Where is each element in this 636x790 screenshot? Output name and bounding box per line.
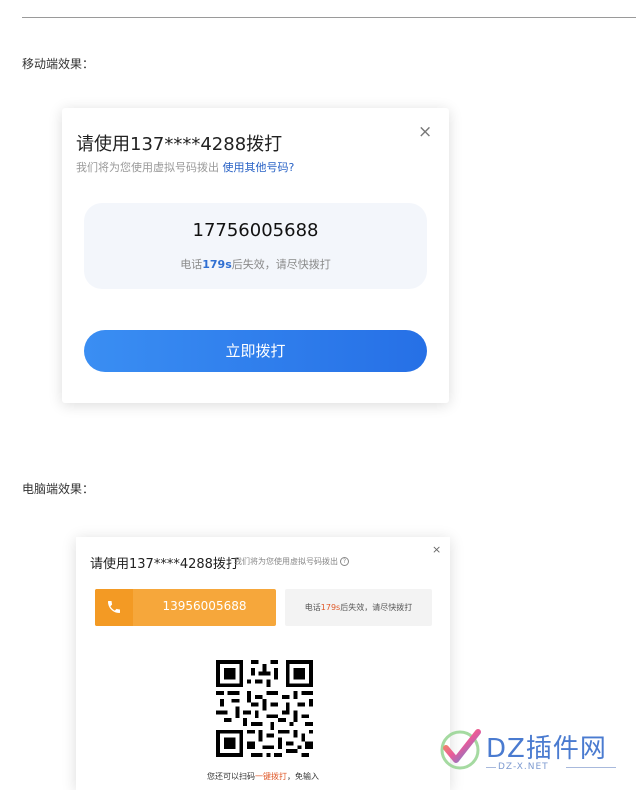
pc-expire-prefix: 电话 (304, 603, 321, 612)
virtual-number-card: 17756005688 电话179s后失效，请尽快拨打 (84, 203, 427, 289)
pc-dialog-hint: 我们将为您使用虚拟号码拨出? (234, 556, 349, 567)
call-now-button[interactable]: 立即拨打 (84, 330, 427, 372)
pc-expire-seconds: 179s (320, 603, 341, 612)
pc-section-label: 电脑端效果： (22, 482, 95, 496)
expire-prefix: 电话 (180, 258, 203, 271)
use-other-number-link[interactable]: 使用其他号码? (223, 161, 295, 174)
mobile-call-dialog: 请使用137****4288拨打 × 我们将为您使用虚拟号码拨出 使用其他号码?… (62, 108, 449, 403)
watermark-line-left (486, 767, 496, 768)
pc-expire-suffix: 后失效，请尽快拨打 (340, 603, 413, 612)
top-divider (22, 17, 636, 18)
expire-notice: 电话179s后失效，请尽快拨打 (84, 256, 427, 272)
help-icon[interactable]: ? (340, 557, 349, 566)
pc-dialog-title: 请使用137****4288拨打 (90, 557, 239, 572)
checkmark-logo (440, 729, 481, 770)
mobile-dialog-title: 请使用137****4288拨打 (76, 134, 283, 155)
expire-seconds: 179s (202, 258, 232, 271)
expire-suffix: 后失效，请尽快拨打 (231, 258, 331, 271)
virtual-number: 17756005688 (192, 220, 319, 241)
phone-icon (108, 601, 120, 613)
mobile-section-label: 移动端效果： (22, 57, 95, 71)
pc-number-bar[interactable]: 13956005688 (95, 589, 276, 626)
close-icon[interactable]: × (432, 543, 441, 556)
scan-highlight: 一键拨打 (255, 772, 287, 781)
pc-virtual-number: 13956005688 (162, 599, 247, 613)
qr-code (216, 660, 313, 757)
pc-expire-notice: 电话179s后失效，请尽快拨打 (285, 589, 432, 626)
scan-prefix: 您还可以扫码 (207, 772, 255, 781)
subtitle-text: 我们将为您使用虚拟号码拨出 (76, 161, 219, 174)
watermark-line-right (566, 767, 616, 768)
watermark-url: DZ-X.NET (498, 762, 549, 772)
watermark-brand: DZ插件网 (486, 734, 607, 764)
scan-hint: 您还可以扫码一键拨打，免输入 (76, 771, 450, 782)
watermark: DZ插件网 DZ-X.NET (436, 722, 626, 782)
hint-text: 我们将为您使用虚拟号码拨出 (234, 557, 338, 566)
pc-call-dialog: 请使用137****4288拨打 我们将为您使用虚拟号码拨出? × 139560… (76, 537, 450, 790)
phone-icon-box (95, 589, 133, 626)
scan-suffix: ，免输入 (287, 772, 319, 781)
close-icon[interactable]: × (418, 122, 432, 142)
mobile-dialog-subtitle: 我们将为您使用虚拟号码拨出 使用其他号码? (76, 159, 294, 175)
